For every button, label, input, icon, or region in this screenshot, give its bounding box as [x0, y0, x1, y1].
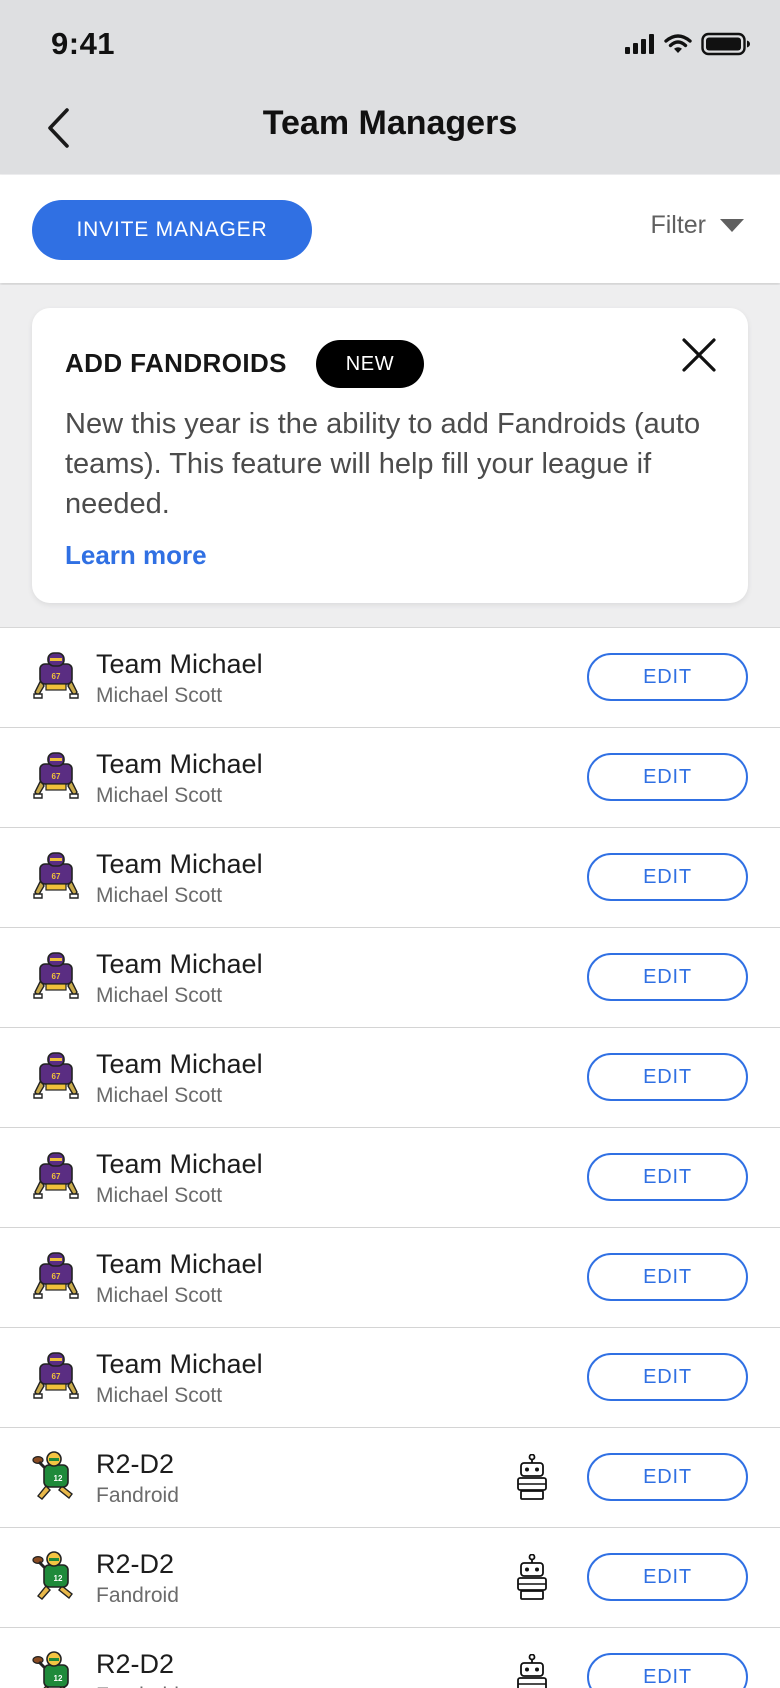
team-name: Team Michael: [96, 1049, 263, 1079]
edit-button[interactable]: EDIT: [587, 1653, 748, 1688]
edit-button[interactable]: EDIT: [587, 953, 748, 1001]
promo-area: ADD FANDROIDS NEW New this year is the a…: [0, 285, 780, 627]
close-button[interactable]: [676, 332, 722, 378]
team-name: Team Michael: [96, 649, 263, 679]
purple-lineman-avatar: 67: [33, 1152, 79, 1199]
team-name: Team Michael: [96, 949, 263, 979]
manager-name: Michael Scott: [96, 784, 223, 807]
team-name: Team Michael: [96, 1349, 263, 1379]
edit-button[interactable]: EDIT: [587, 653, 748, 701]
team-name: Team Michael: [96, 1149, 263, 1179]
robot-icon: [517, 1554, 547, 1600]
manager-name: Fandroid: [96, 1684, 179, 1688]
svg-text:67: 67: [52, 872, 61, 881]
manager-name: Michael Scott: [96, 984, 223, 1007]
team-list: 67 Team Michael Michael Scott EDIT 67 Te…: [0, 627, 780, 1688]
promo-title: ADD FANDROIDS: [65, 348, 287, 378]
manager-name: Michael Scott: [96, 684, 223, 707]
team-name: Team Michael: [96, 849, 263, 879]
team-row[interactable]: 67 Team Michael Michael Scott EDIT: [0, 628, 780, 728]
edit-button[interactable]: EDIT: [587, 1253, 748, 1301]
svg-text:67: 67: [52, 1072, 61, 1081]
team-row[interactable]: 67 Team Michael Michael Scott EDIT: [0, 1228, 780, 1328]
add-fandroids-card: ADD FANDROIDS NEW New this year is the a…: [32, 308, 748, 603]
team-row[interactable]: 12 R2-D2 Fandroid EDIT: [0, 1528, 780, 1628]
svg-text:67: 67: [52, 972, 61, 981]
manager-name: Fandroid: [96, 1584, 179, 1607]
edit-button[interactable]: EDIT: [587, 1453, 748, 1501]
learn-more-link[interactable]: Learn more: [65, 540, 207, 571]
filter-dropdown[interactable]: Filter: [650, 211, 744, 240]
svg-text:12: 12: [54, 1474, 63, 1483]
purple-lineman-avatar: 67: [33, 752, 79, 799]
edit-button[interactable]: EDIT: [587, 753, 748, 801]
svg-text:67: 67: [52, 672, 61, 681]
page-title: Team Managers: [262, 104, 518, 142]
battery-icon: [701, 32, 750, 56]
svg-text:12: 12: [54, 1674, 63, 1683]
new-badge: NEW: [316, 340, 424, 388]
team-name: Team Michael: [96, 1249, 263, 1279]
promo-body: New this year is the ability to add Fand…: [65, 408, 701, 520]
edit-button[interactable]: EDIT: [587, 1353, 748, 1401]
team-name: Team Michael: [96, 749, 263, 779]
team-row[interactable]: 67 Team Michael Michael Scott EDIT: [0, 828, 780, 928]
purple-lineman-avatar: 67: [33, 1352, 79, 1399]
purple-lineman-avatar: 67: [33, 1252, 79, 1299]
close-icon: [682, 338, 716, 372]
green-quarterback-avatar: 12: [32, 1451, 73, 1500]
manager-name: Michael Scott: [96, 1384, 223, 1407]
status-time: 9:41: [51, 26, 116, 61]
team-managers-screen: 9:41 Team Managers INVITE MANAGER Filter…: [0, 0, 780, 1688]
svg-text:67: 67: [52, 1372, 61, 1381]
svg-text:12: 12: [54, 1574, 63, 1583]
purple-lineman-avatar: 67: [33, 952, 79, 999]
status-icons: [625, 32, 751, 56]
green-quarterback-avatar: 12: [32, 1651, 69, 1688]
signal-bars-icon: [625, 34, 654, 54]
filter-label: Filter: [650, 211, 706, 239]
wifi-icon: [664, 34, 692, 53]
svg-text:67: 67: [52, 1272, 61, 1281]
green-quarterback-avatar: 12: [32, 1551, 73, 1600]
team-name: R2-D2: [96, 1549, 175, 1579]
team-row[interactable]: 67 Team Michael Michael Scott EDIT: [0, 1328, 780, 1428]
edit-button[interactable]: EDIT: [587, 853, 748, 901]
robot-icon: [517, 1454, 547, 1500]
edit-button[interactable]: EDIT: [587, 1153, 748, 1201]
edit-button[interactable]: EDIT: [587, 1553, 748, 1601]
manager-name: Fandroid: [96, 1484, 179, 1507]
action-bar: INVITE MANAGER Filter: [0, 175, 780, 283]
team-row[interactable]: 12 R2-D2 Fandroid EDIT: [0, 1428, 780, 1528]
team-row[interactable]: 67 Team Michael Michael Scott EDIT: [0, 728, 780, 828]
edit-button[interactable]: EDIT: [587, 1053, 748, 1101]
team-row[interactable]: 67 Team Michael Michael Scott EDIT: [0, 1028, 780, 1128]
team-row[interactable]: 67 Team Michael Michael Scott EDIT: [0, 1128, 780, 1228]
team-row[interactable]: 12 R2-D2 Fandroid EDIT: [0, 1628, 780, 1688]
caret-down-icon: [720, 218, 744, 232]
team-name: R2-D2: [96, 1449, 175, 1479]
purple-lineman-avatar: 67: [33, 852, 79, 899]
robot-icon: [517, 1654, 547, 1688]
svg-text:67: 67: [52, 772, 61, 781]
top-bar: 9:41 Team Managers: [0, 0, 780, 174]
manager-name: Michael Scott: [96, 1084, 223, 1107]
purple-lineman-avatar: 67: [33, 1052, 79, 1099]
manager-name: Michael Scott: [96, 884, 223, 907]
team-name: R2-D2: [96, 1649, 175, 1679]
svg-text:67: 67: [52, 1172, 61, 1181]
manager-name: Michael Scott: [96, 1184, 223, 1207]
purple-lineman-avatar: 67: [33, 652, 79, 699]
invite-manager-button[interactable]: INVITE MANAGER: [32, 200, 312, 260]
manager-name: Michael Scott: [96, 1284, 223, 1307]
team-row[interactable]: 67 Team Michael Michael Scott EDIT: [0, 928, 780, 1028]
